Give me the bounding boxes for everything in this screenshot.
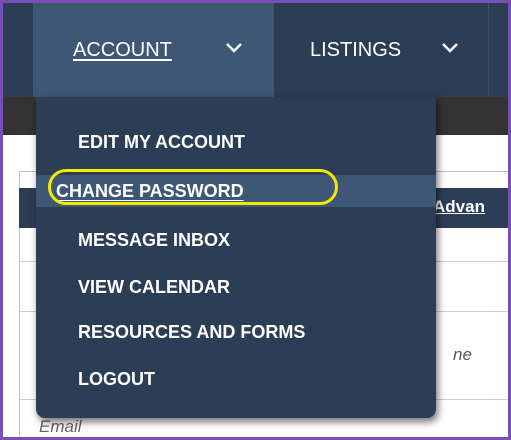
menu-item-view-calendar[interactable]: VIEW CALENDAR bbox=[78, 271, 230, 303]
nav-account-label[interactable]: ACCOUNT bbox=[73, 38, 172, 62]
name-field-placeholder[interactable]: ne bbox=[453, 345, 472, 365]
advanced-search-link[interactable]: Advan bbox=[433, 197, 485, 217]
nav-listings-label[interactable]: LISTINGS bbox=[310, 38, 401, 62]
menu-item-resources-forms[interactable]: RESOURCES AND FORMS bbox=[78, 316, 305, 348]
email-field-placeholder[interactable]: Email bbox=[39, 417, 82, 437]
top-navigation: ACCOUNT LISTINGS bbox=[3, 3, 508, 97]
menu-item-edit-account[interactable]: EDIT MY ACCOUNT bbox=[78, 126, 245, 158]
account-dropdown-menu: EDIT MY ACCOUNT CHANGE PASSWORD MESSAGE … bbox=[36, 97, 436, 418]
menu-item-message-inbox[interactable]: MESSAGE INBOX bbox=[78, 224, 230, 256]
chevron-down-icon[interactable] bbox=[225, 41, 243, 55]
screenshot-frame: ACCOUNT LISTINGS Advan ne Email EDIT MY … bbox=[3, 3, 508, 437]
nav-divider bbox=[488, 3, 489, 97]
highlight-annotation bbox=[48, 169, 338, 205]
menu-item-logout[interactable]: LOGOUT bbox=[78, 363, 155, 395]
chevron-down-icon[interactable] bbox=[441, 41, 459, 55]
